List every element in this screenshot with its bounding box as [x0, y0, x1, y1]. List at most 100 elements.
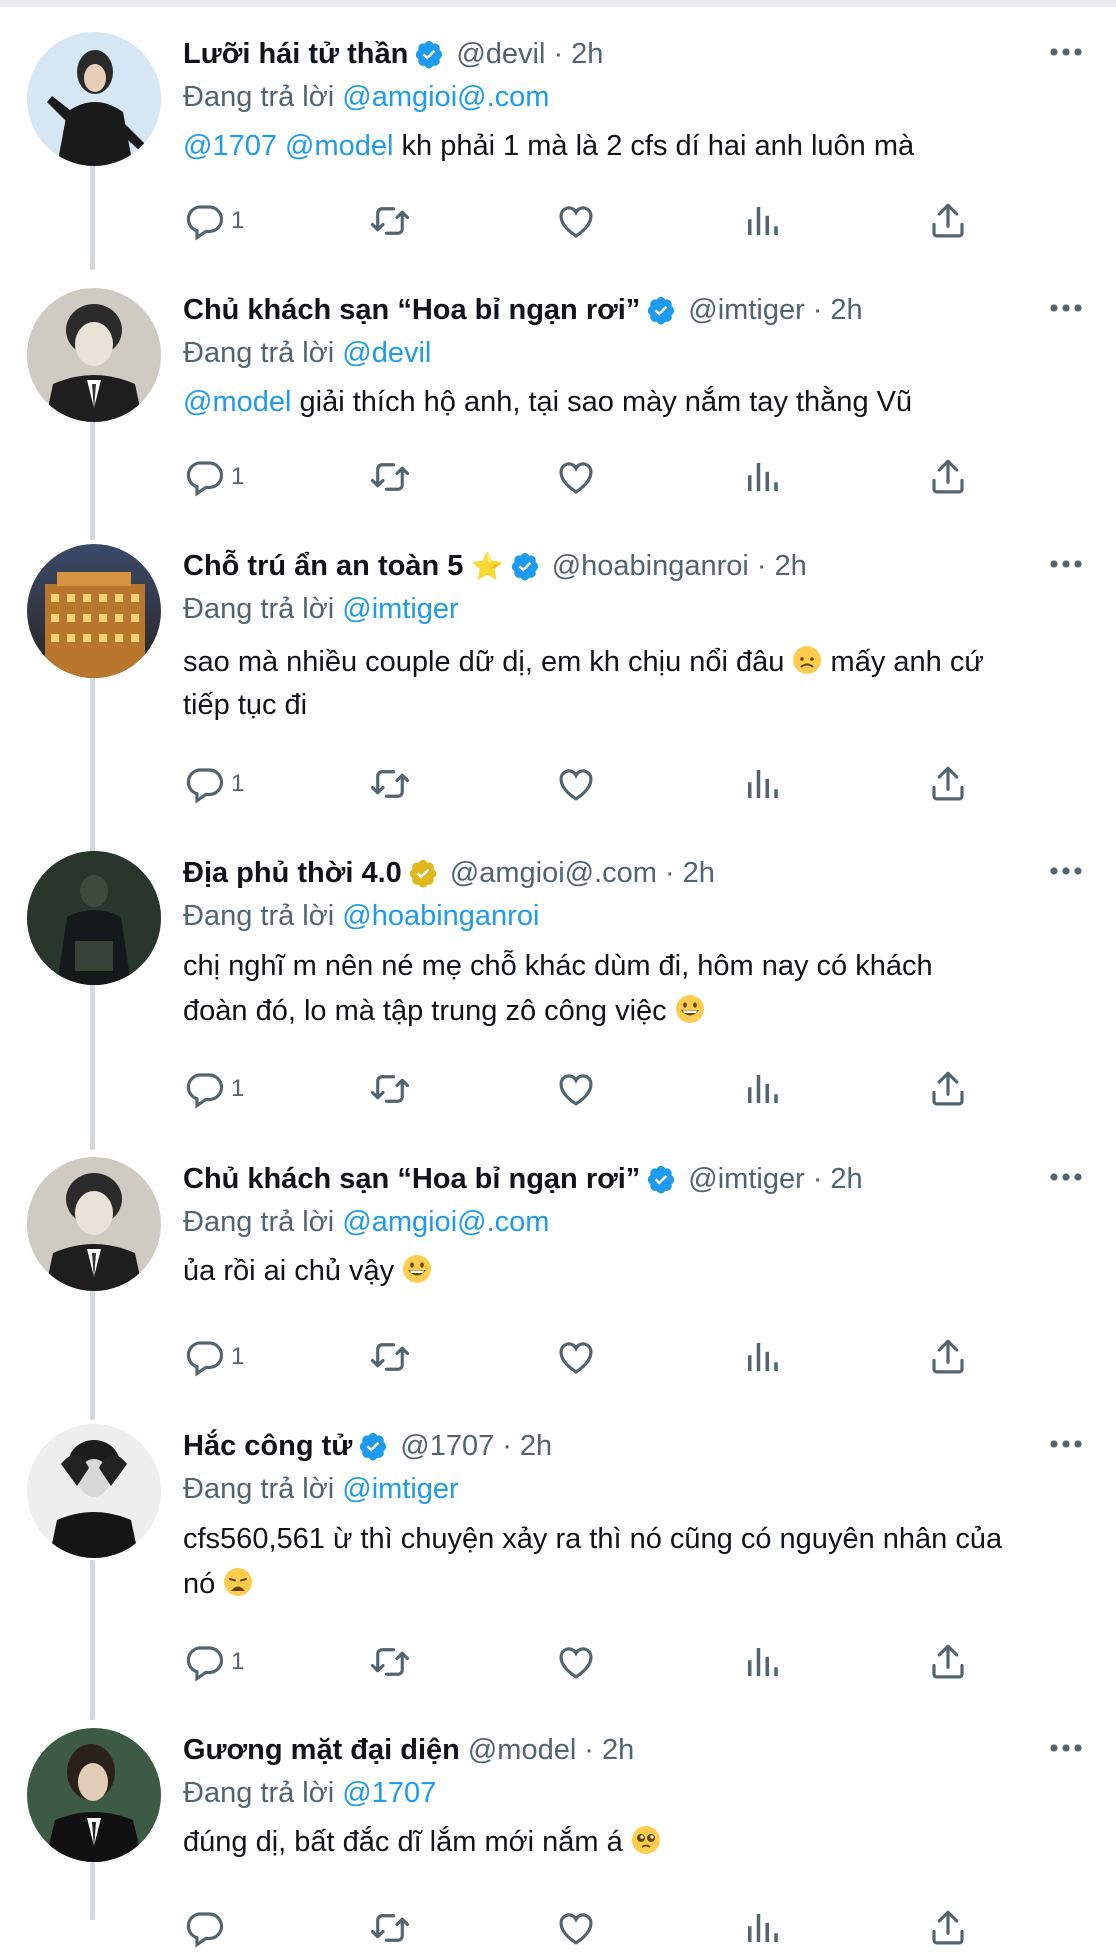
avatar[interactable]: [27, 288, 161, 422]
share-button[interactable]: [927, 197, 969, 245]
heart-icon: [559, 1342, 593, 1374]
handle[interactable]: @model: [468, 1734, 576, 1767]
mention-link[interactable]: @1707: [183, 130, 277, 162]
views-button[interactable]: [741, 197, 783, 245]
avatar[interactable]: [27, 32, 161, 166]
retweet-button[interactable]: [369, 1904, 411, 1952]
retweet-button[interactable]: [369, 1333, 411, 1381]
retweet-button[interactable]: [369, 197, 411, 245]
verified-gold-badge-icon: [408, 858, 438, 888]
reply-button[interactable]: 1: [183, 197, 244, 245]
timestamp[interactable]: 2h: [571, 38, 603, 71]
share-icon: [932, 766, 964, 801]
more-options-icon[interactable]: [1046, 1424, 1086, 1464]
handle[interactable]: @1707: [400, 1430, 494, 1463]
tweet-actions: [183, 1904, 1003, 1952]
avatar[interactable]: [27, 851, 161, 985]
mention-link[interactable]: @model: [183, 386, 291, 418]
retweet-button[interactable]: [369, 453, 411, 501]
replying-prefix: Đang trả lời: [183, 593, 335, 625]
views-button[interactable]: [741, 760, 783, 808]
tweet-text: chị nghĩ m nên né mẹ chỗ khác dùm đi, hô…: [183, 944, 1086, 1034]
share-button[interactable]: [927, 1904, 969, 1952]
like-button[interactable]: [555, 1904, 597, 1952]
display-name[interactable]: Chỗ trú ẩn an toàn 5: [183, 550, 463, 583]
timestamp[interactable]: 2h: [830, 1163, 862, 1196]
reply-to-mention[interactable]: @amgioi@.com: [342, 1206, 549, 1238]
more-options-icon[interactable]: [1046, 1728, 1086, 1768]
avatar[interactable]: [27, 544, 161, 678]
tweet-text: @model giải thích hộ anh, tại sao mày nắ…: [183, 381, 1086, 424]
reply-to-mention[interactable]: @devil: [342, 337, 431, 369]
share-button[interactable]: [927, 453, 969, 501]
reply-to-mention[interactable]: @imtiger: [342, 593, 458, 625]
reply-to-mention[interactable]: @amgioi@.com: [342, 81, 549, 113]
reply-button[interactable]: 1: [183, 453, 244, 501]
separator: ·: [812, 1162, 823, 1195]
timestamp[interactable]: 2h: [602, 1734, 634, 1767]
display-name[interactable]: Lưỡi hái tử thần: [183, 38, 408, 71]
reply-button[interactable]: 1: [183, 760, 244, 808]
share-button[interactable]: [927, 1333, 969, 1381]
tweet-actions: 1: [183, 197, 1003, 245]
avatar[interactable]: [27, 1728, 161, 1862]
like-button[interactable]: [555, 197, 597, 245]
replying-prefix: Đang trả lời: [183, 1777, 335, 1809]
avatar[interactable]: [27, 1424, 161, 1558]
share-button[interactable]: [927, 1638, 969, 1686]
more-options-icon[interactable]: [1046, 1157, 1086, 1197]
tweet-text-content: đúng dị, bất đắc dĩ lắm mới nắm á: [183, 1826, 623, 1858]
handle[interactable]: @imtiger: [688, 1163, 804, 1196]
views-button[interactable]: [741, 1638, 783, 1686]
timestamp[interactable]: 2h: [683, 857, 715, 890]
tweet-text-line1: sao mà nhiều couple dữ dị, em kh chịu nổ…: [183, 646, 785, 678]
tweet-text-after-emoji: mấy anh cứ: [830, 646, 984, 678]
views-button[interactable]: [741, 1065, 783, 1113]
more-options-icon[interactable]: [1046, 544, 1086, 584]
reply-to-mention[interactable]: @imtiger: [342, 1473, 458, 1505]
handle[interactable]: @imtiger: [688, 294, 804, 327]
reply-button[interactable]: 1: [183, 1065, 244, 1113]
share-button[interactable]: [927, 1065, 969, 1113]
more-options-icon[interactable]: [1046, 32, 1086, 72]
display-name[interactable]: Chủ khách sạn “Hoa bỉ ngạn rơi”: [183, 294, 640, 327]
like-button[interactable]: [555, 1638, 597, 1686]
timestamp[interactable]: 2h: [830, 294, 862, 327]
handle[interactable]: @amgioi@.com: [450, 857, 657, 890]
display-name[interactable]: Địa phủ thời 4.0: [183, 857, 402, 890]
like-button[interactable]: [555, 1065, 597, 1113]
tweet-text-line1: chị nghĩ m nên né mẹ chỗ khác dùm đi, hô…: [183, 950, 933, 982]
reply-button[interactable]: [183, 1904, 225, 1952]
views-button[interactable]: [741, 453, 783, 501]
timestamp[interactable]: 2h: [775, 550, 807, 583]
display-name[interactable]: Hắc công tử: [183, 1430, 352, 1463]
like-button[interactable]: [555, 760, 597, 808]
reply-icon: [186, 1341, 224, 1377]
retweet-button[interactable]: [369, 760, 411, 808]
reply-to-mention[interactable]: @1707: [342, 1777, 436, 1809]
share-button[interactable]: [927, 760, 969, 808]
retweet-button[interactable]: [369, 1638, 411, 1686]
more-options-icon[interactable]: [1046, 851, 1086, 891]
display-name[interactable]: Gương mặt đại diện: [183, 1734, 460, 1767]
reply-button[interactable]: 1: [183, 1333, 244, 1381]
retweet-button[interactable]: [369, 1065, 411, 1113]
handle[interactable]: @hoabinganroi: [552, 550, 749, 583]
reply-to-mention[interactable]: @hoabinganroi: [342, 900, 539, 932]
tweet-actions: 1: [183, 453, 1003, 501]
timestamp[interactable]: 2h: [520, 1430, 552, 1463]
share-icon: [932, 203, 964, 238]
weary-face-emoji: [223, 1567, 253, 1597]
more-options-icon[interactable]: [1046, 288, 1086, 328]
like-button[interactable]: [555, 453, 597, 501]
avatar[interactable]: [27, 1157, 161, 1291]
reply-button[interactable]: 1: [183, 1638, 244, 1686]
display-name[interactable]: Chủ khách sạn “Hoa bỉ ngạn rơi”: [183, 1163, 640, 1196]
handle[interactable]: @devil: [456, 38, 545, 71]
like-button[interactable]: [555, 1333, 597, 1381]
mention-link[interactable]: @model: [285, 130, 393, 162]
heart-icon: [559, 462, 593, 494]
thread-line: [90, 980, 95, 1150]
views-button[interactable]: [741, 1333, 783, 1381]
views-button[interactable]: [741, 1904, 783, 1952]
